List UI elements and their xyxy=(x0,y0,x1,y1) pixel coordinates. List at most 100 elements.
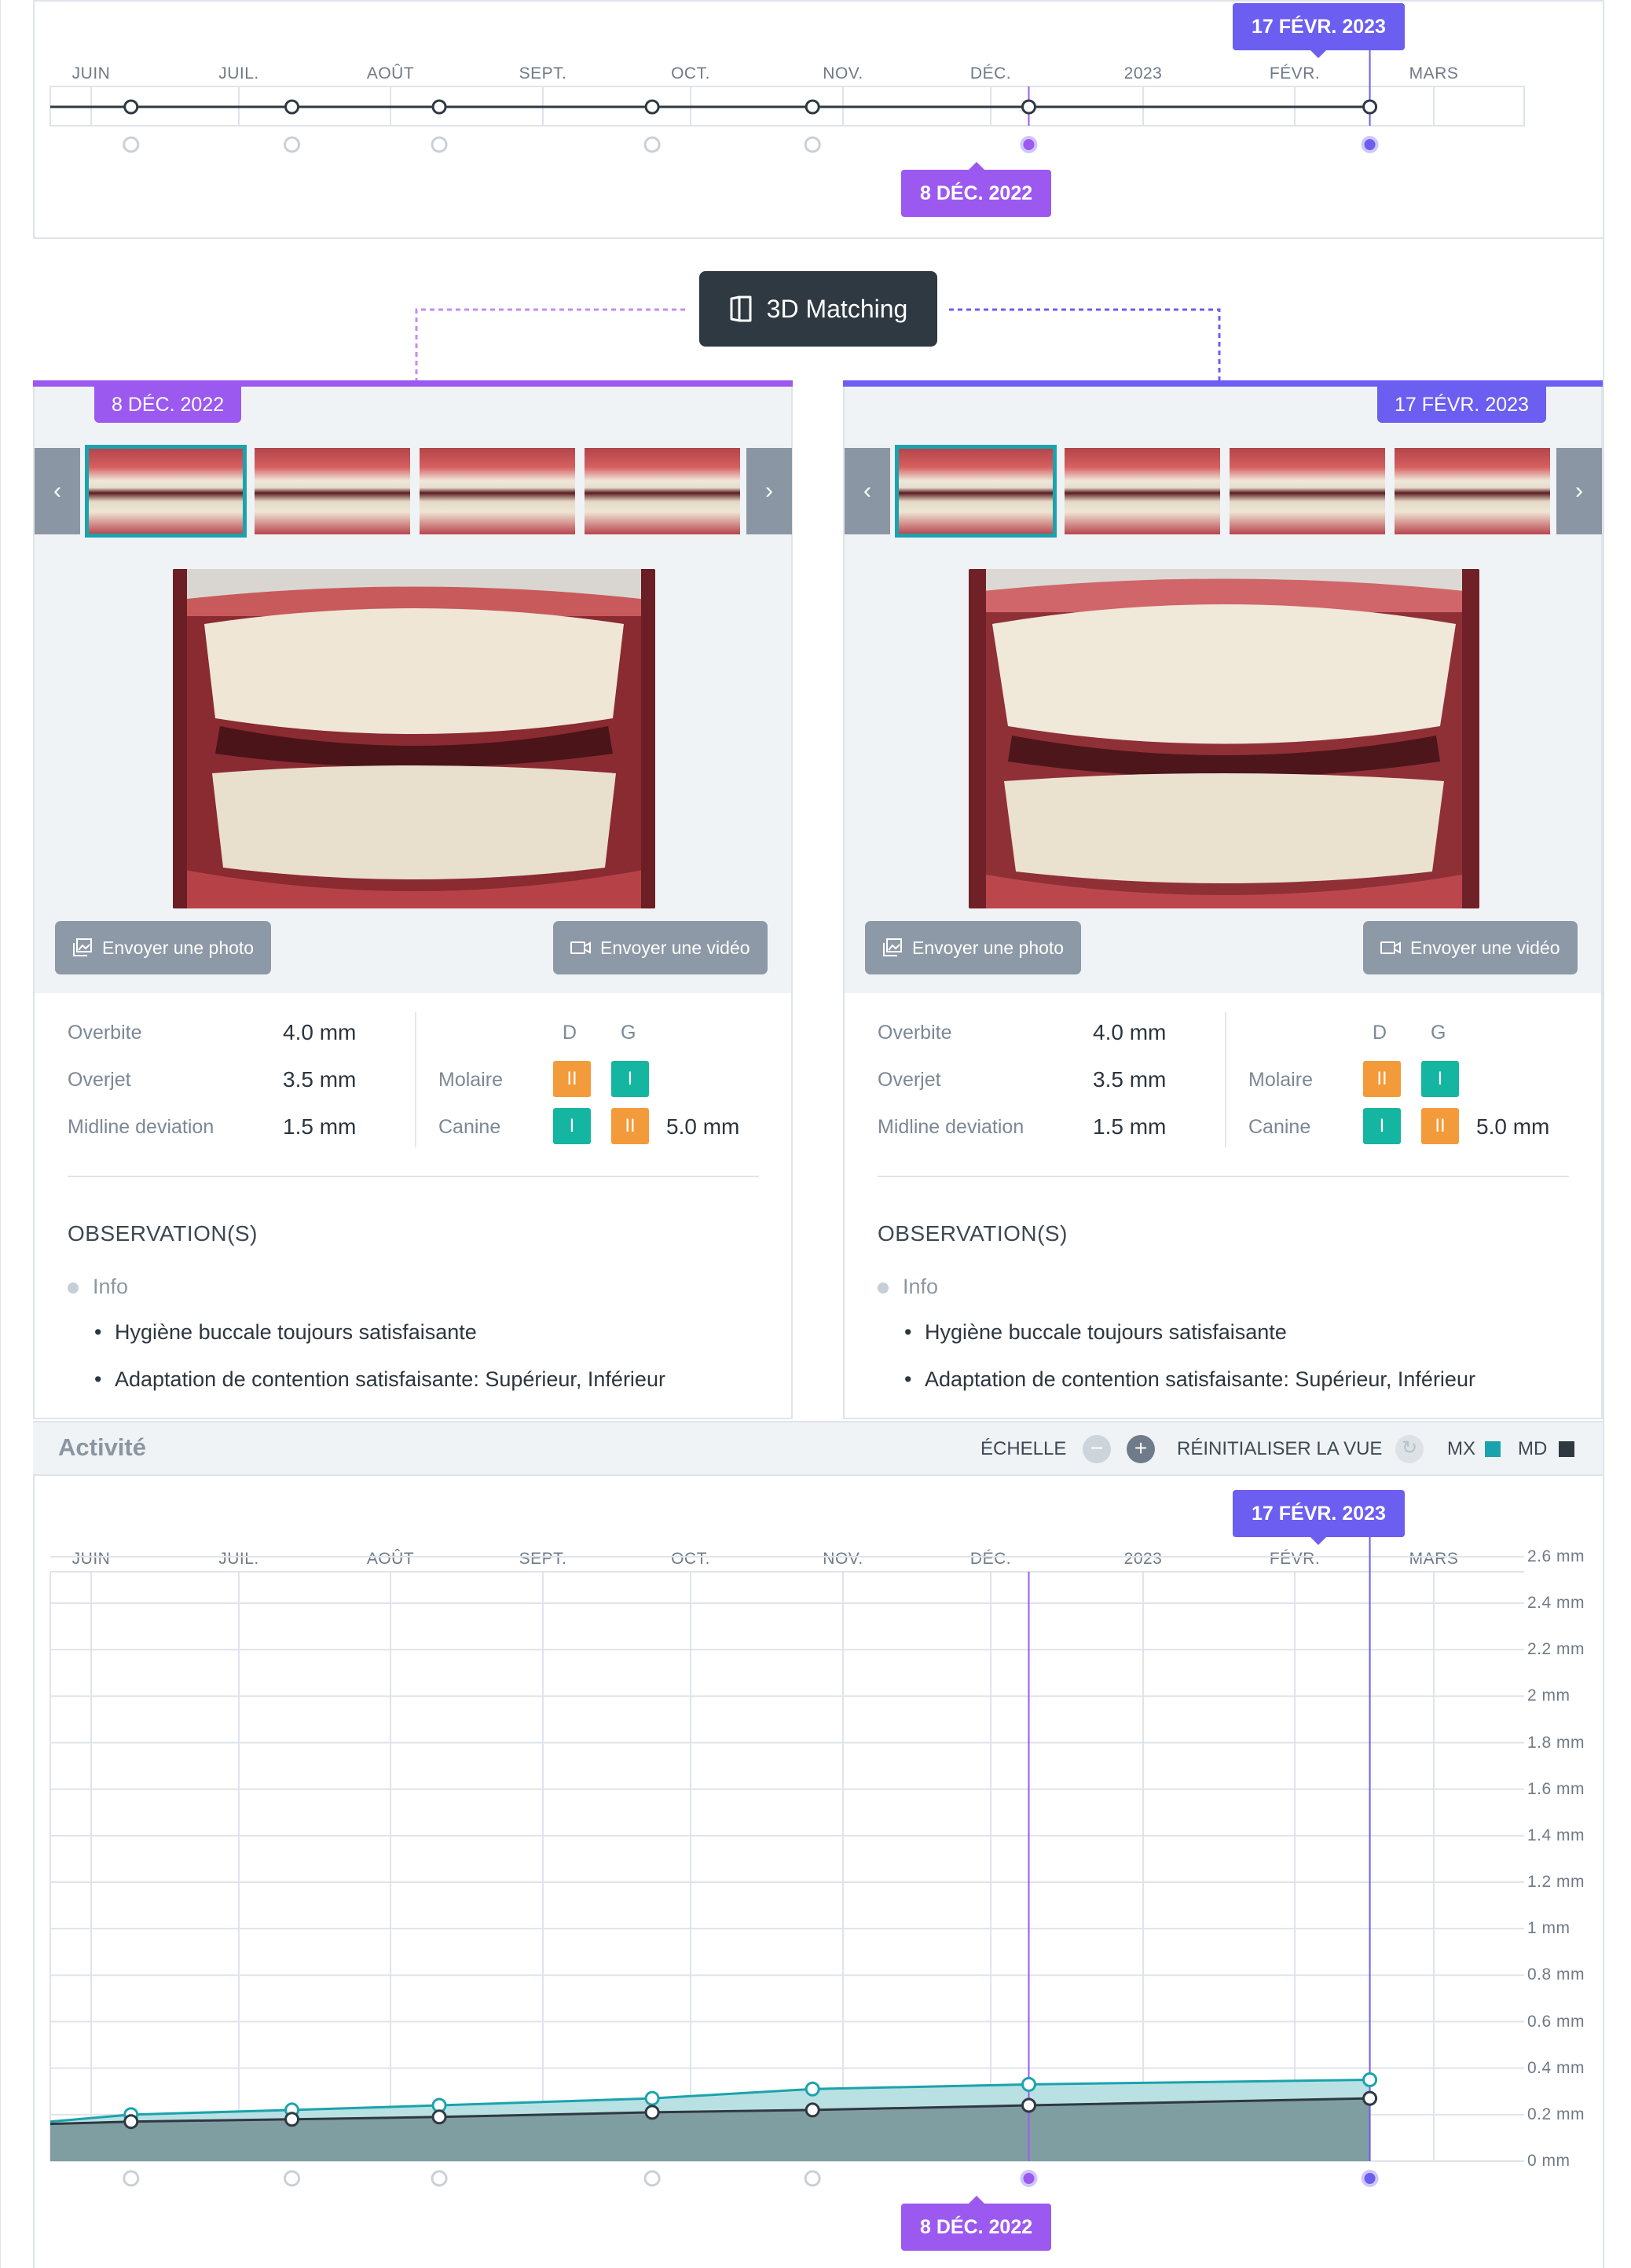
canine-d-class: I xyxy=(553,1108,591,1144)
overbite-label: Overbite xyxy=(68,1022,142,1044)
chart-selected-dot xyxy=(1361,2170,1379,2187)
timeline-selected-dot xyxy=(1020,136,1038,153)
timeline-dot xyxy=(284,136,301,153)
midline-deviation-label: Midline deviation xyxy=(878,1116,1024,1138)
timeline-visit-point xyxy=(284,99,300,115)
mx-point xyxy=(1021,2076,1036,2092)
timeline-visit-point xyxy=(1021,99,1036,115)
column-divider xyxy=(1225,1012,1226,1147)
measurements-divider xyxy=(878,1176,1569,1177)
overjet-value: 3.5 mm xyxy=(1093,1067,1167,1092)
molaire-label: Molaire xyxy=(438,1069,503,1091)
main-intraoral-photo xyxy=(969,569,1479,908)
timeline-visit-point xyxy=(805,99,820,115)
canine-g-class: II xyxy=(1421,1108,1459,1144)
send-video-button[interactable]: Envoyer une vidéo xyxy=(1363,921,1578,974)
panel-date-tag: 17 FÉVR. 2023 xyxy=(1377,387,1546,423)
side-g-header: G xyxy=(621,1022,636,1044)
timeline-visit-point xyxy=(644,99,660,115)
photo-thumbnail[interactable] xyxy=(1395,448,1550,534)
md-point xyxy=(644,2105,660,2120)
midline-deviation-value: 1.5 mm xyxy=(1093,1114,1167,1139)
overbite-value: 4.0 mm xyxy=(1093,1020,1167,1044)
timeline-dot xyxy=(643,136,661,153)
timeline-dot xyxy=(804,136,821,153)
observation-item: Adaptation de contention satisfaisante: … xyxy=(94,1367,665,1392)
molaire-label: Molaire xyxy=(1248,1069,1313,1091)
measurements-divider xyxy=(68,1176,759,1177)
send-video-label: Envoyer une vidéo xyxy=(1410,937,1560,958)
main-intraoral-photo xyxy=(173,569,655,908)
chart-visit-dot xyxy=(123,2170,140,2187)
mx-point xyxy=(805,2081,820,2097)
photo-thumbnail[interactable] xyxy=(895,445,1057,538)
canine-label: Canine xyxy=(1248,1116,1311,1138)
photo-gallery-icon xyxy=(73,938,92,956)
video-camera-icon xyxy=(570,941,591,954)
chart-visit-dot xyxy=(643,2170,661,2187)
thumb-next-button[interactable]: › xyxy=(746,448,792,534)
side-g-header: G xyxy=(1431,1022,1446,1044)
chart-selected-dot xyxy=(1020,2170,1038,2187)
send-photo-button[interactable]: Envoyer une photo xyxy=(55,921,272,974)
md-point xyxy=(123,2114,139,2130)
observation-category: Info xyxy=(67,1275,129,1298)
timeline-dot xyxy=(431,136,448,153)
send-video-label: Envoyer une vidéo xyxy=(600,937,750,958)
timeline-dot xyxy=(123,136,140,153)
activity-chart[interactable] xyxy=(0,1415,1631,2268)
thumb-prev-button[interactable]: ‹ xyxy=(35,448,80,534)
canine-value: 5.0 mm xyxy=(1476,1114,1550,1139)
md-point xyxy=(1021,2097,1036,2113)
photo-thumbnail[interactable] xyxy=(85,445,247,538)
md-point xyxy=(284,2112,300,2127)
send-photo-button[interactable]: Envoyer une photo xyxy=(865,921,1082,974)
canine-g-class: II xyxy=(611,1108,649,1144)
timeline-visit-point xyxy=(123,99,139,115)
canine-d-class: I xyxy=(1363,1108,1401,1144)
send-photo-label: Envoyer une photo xyxy=(102,937,255,958)
md-point xyxy=(1362,2090,1378,2106)
observations-title: OBSERVATION(S) xyxy=(878,1221,1068,1246)
canine-label: Canine xyxy=(438,1116,501,1138)
midline-deviation-value: 1.5 mm xyxy=(283,1114,357,1139)
timeline-selected-dot xyxy=(1361,136,1379,153)
photo-thumbnail[interactable] xyxy=(1065,448,1220,534)
panel-date-tag: 8 DÉC. 2022 xyxy=(94,387,242,423)
chart-selected-date-a[interactable]: 8 DÉC. 2022 xyxy=(901,2196,1052,2251)
molaire-g-class: I xyxy=(611,1061,649,1097)
observation-item: Hygiène buccale toujours satisfaisante xyxy=(904,1320,1287,1345)
measurements-section: Overbite 4.0 mm Overjet 3.5 mm Midline d… xyxy=(845,993,1601,1418)
photo-thumbnail[interactable] xyxy=(1230,448,1385,534)
md-point xyxy=(431,2109,447,2125)
observations-title: OBSERVATION(S) xyxy=(68,1221,258,1246)
timeline-selected-date-b[interactable]: 17 FÉVR. 2023 xyxy=(1233,3,1405,58)
observation-category: Info xyxy=(877,1275,939,1298)
photo-gallery-icon xyxy=(883,938,902,956)
3d-book-icon xyxy=(730,295,752,322)
timeline-selected-date-a[interactable]: 8 DÉC. 2022 xyxy=(901,162,1052,217)
chart-visit-dot xyxy=(431,2170,448,2187)
3d-matching-button[interactable]: 3D Matching xyxy=(699,271,937,347)
panel-accent-bar xyxy=(33,380,793,387)
md-point xyxy=(805,2102,820,2118)
chart-selected-date-b[interactable]: 17 FÉVR. 2023 xyxy=(1233,1490,1405,1545)
overjet-label: Overjet xyxy=(68,1069,131,1091)
panel-accent-bar xyxy=(843,380,1603,387)
photo-thumbnail[interactable] xyxy=(585,448,740,534)
overbite-label: Overbite xyxy=(878,1022,952,1044)
observation-item: Hygiène buccale toujours satisfaisante xyxy=(94,1320,477,1345)
mx-point xyxy=(1362,2072,1378,2087)
measurements-section: Overbite 4.0 mm Overjet 3.5 mm Midline d… xyxy=(35,993,791,1418)
timeline-visit-point xyxy=(1362,99,1378,115)
3d-matching-label: 3D Matching xyxy=(766,294,908,323)
overjet-value: 3.5 mm xyxy=(283,1067,357,1092)
comparison-panel-right: 17 FÉVR. 2023 ‹ › Envoyer une photo Envo… xyxy=(843,380,1603,1419)
send-video-button[interactable]: Envoyer une vidéo xyxy=(553,921,768,974)
thumb-next-button[interactable]: › xyxy=(1556,448,1602,534)
photo-thumbnail[interactable] xyxy=(420,448,575,534)
send-photo-label: Envoyer une photo xyxy=(912,937,1065,958)
overbite-value: 4.0 mm xyxy=(283,1020,357,1044)
photo-thumbnail[interactable] xyxy=(255,448,410,534)
thumb-prev-button[interactable]: ‹ xyxy=(845,448,890,534)
